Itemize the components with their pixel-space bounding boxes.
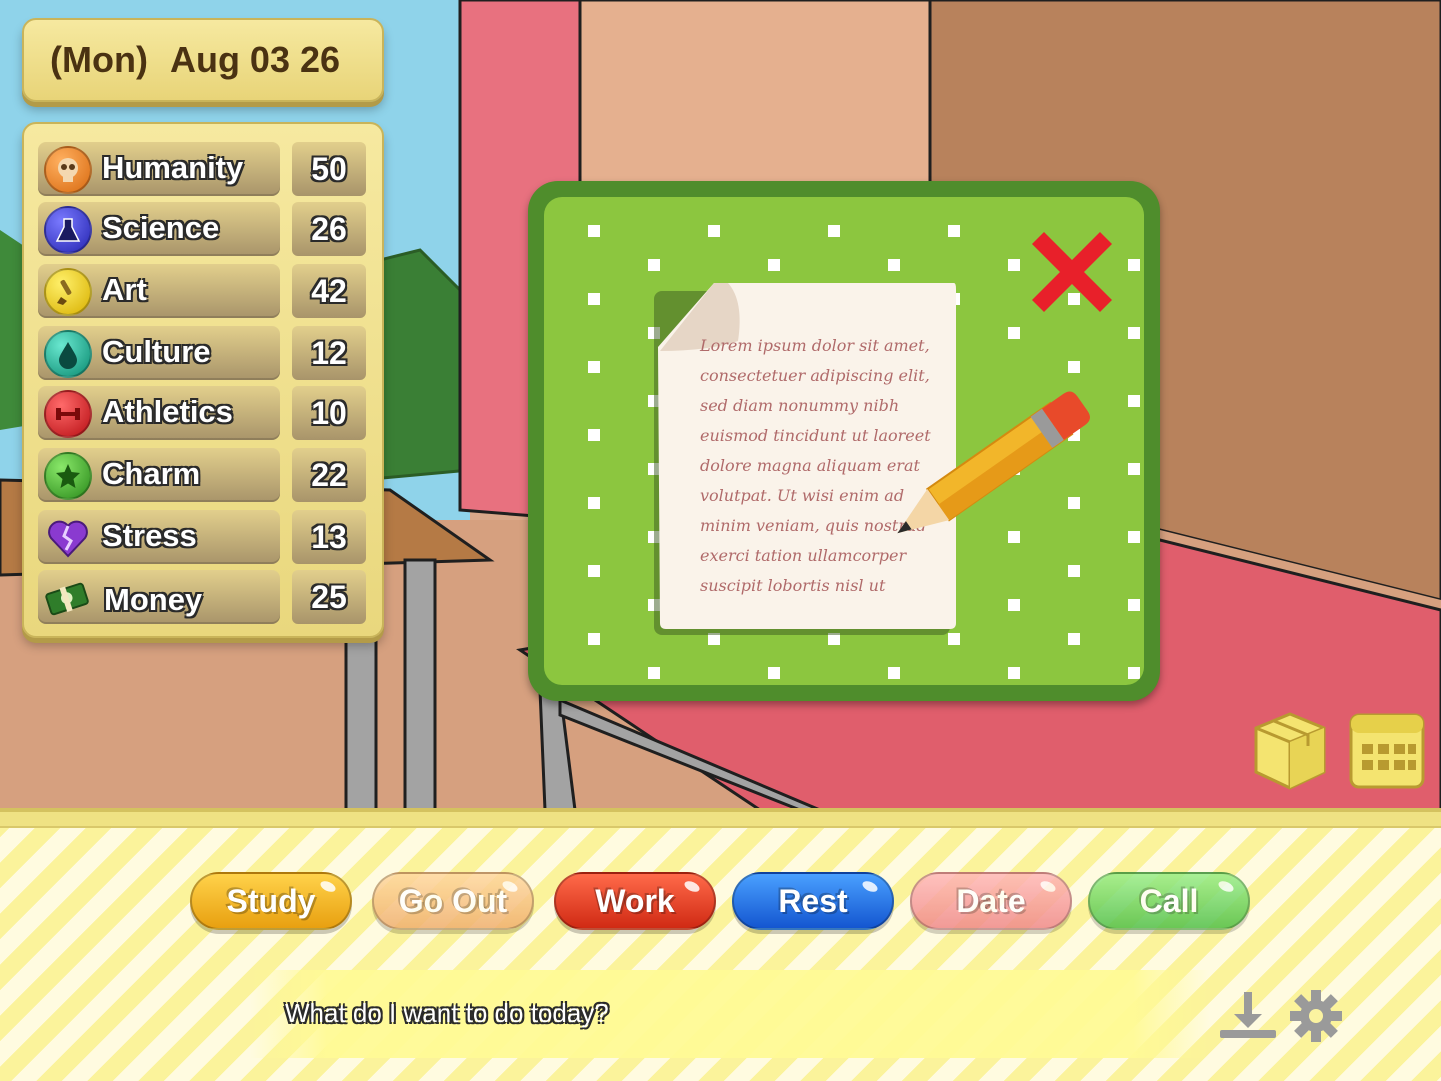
settings-button[interactable] (1288, 988, 1344, 1044)
stat-row-stress: Stress 13 (38, 510, 366, 564)
work-button[interactable]: Work (554, 872, 716, 930)
stat-value: 12 (311, 334, 347, 371)
broken-heart-icon (44, 514, 92, 562)
stat-value: 25 (311, 578, 347, 615)
stat-row-humanity: Humanity 50 (38, 142, 366, 196)
close-button[interactable] (1018, 218, 1126, 326)
stat-value: 26 (311, 210, 347, 247)
stat-value: 42 (311, 272, 347, 309)
box-icon (1254, 712, 1326, 790)
download-icon (1220, 992, 1276, 1038)
date-label: Aug 03 26 (169, 39, 341, 80)
stat-label: Science (102, 210, 220, 245)
stat-label: Culture (102, 334, 211, 369)
stat-label: Charm (102, 456, 201, 491)
stat-value: 50 (311, 150, 347, 187)
gear-icon (1290, 990, 1342, 1042)
weekday-label: (Mon) (50, 39, 148, 80)
stat-label: Stress (102, 518, 197, 553)
stat-row-charm: Charm 22 (38, 448, 366, 502)
stat-label: Athletics (102, 394, 233, 429)
stat-value: 13 (311, 518, 347, 555)
close-icon (1032, 232, 1112, 312)
stat-label: Art (102, 272, 147, 307)
stats-panel: Humanity 50 Science 26 Art 42 Culture 12… (22, 122, 384, 638)
stat-value: 22 (311, 456, 347, 493)
stat-row-science: Science 26 (38, 202, 366, 256)
stat-value: 10 (311, 394, 347, 431)
date-button[interactable]: Date (910, 872, 1072, 930)
go-out-button[interactable]: Go Out (372, 872, 534, 930)
stat-label: Humanity (102, 150, 244, 185)
star-icon (44, 452, 92, 500)
rest-button[interactable]: Rest (732, 872, 894, 930)
stat-row-money: Money 25 (38, 570, 366, 624)
brush-icon (44, 268, 92, 316)
calendar-icon (1349, 713, 1425, 789)
dialogue-text: What do I want to do today? (285, 998, 609, 1028)
dumbbell-icon (44, 390, 92, 438)
drop-icon (44, 330, 92, 378)
stat-row-athletics: Athletics 10 (38, 386, 366, 440)
save-button[interactable] (1216, 988, 1280, 1042)
stat-row-art: Art 42 (38, 264, 366, 318)
pencil-icon (897, 391, 1090, 534)
stat-row-culture: Culture 12 (38, 326, 366, 380)
study-button[interactable]: Study (190, 872, 352, 930)
inventory-button[interactable] (1252, 710, 1328, 792)
date-panel: (Mon) Aug 03 26 (22, 18, 384, 102)
call-button[interactable]: Call (1088, 872, 1250, 930)
cash-icon (44, 574, 92, 622)
skull-icon (44, 146, 92, 194)
calendar-button[interactable] (1348, 712, 1426, 790)
stat-label: Money (104, 582, 203, 617)
flask-icon (44, 206, 92, 254)
